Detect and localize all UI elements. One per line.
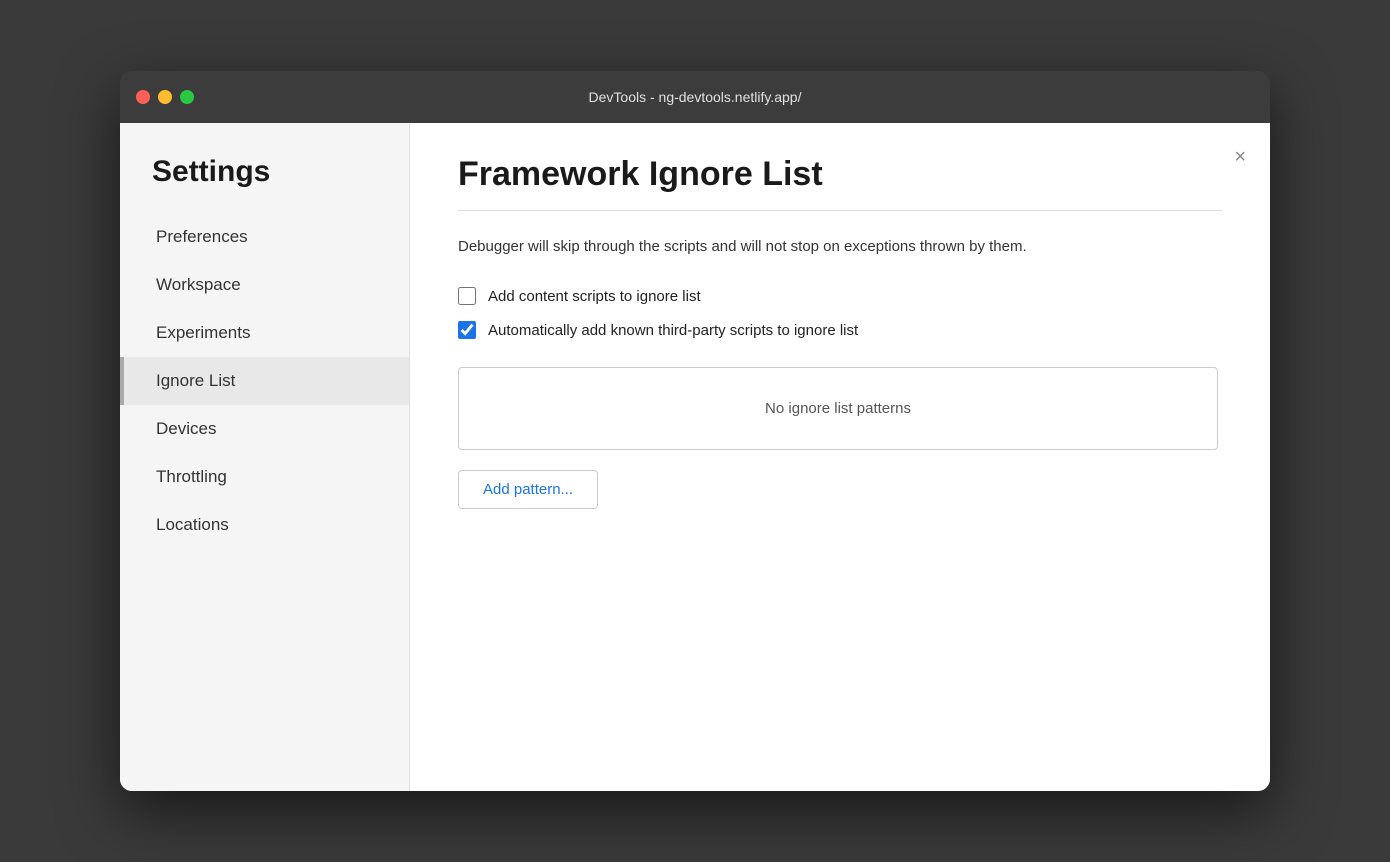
minimize-traffic-light[interactable] — [158, 90, 172, 104]
patterns-empty-label: No ignore list patterns — [765, 400, 911, 417]
window: DevTools - ng-devtools.netlify.app/ Sett… — [120, 71, 1270, 791]
sidebar-heading: Settings — [120, 155, 409, 213]
close-traffic-light[interactable] — [136, 90, 150, 104]
traffic-lights — [136, 90, 194, 104]
page-title: Framework Ignore List — [458, 155, 1222, 194]
add-pattern-button[interactable]: Add pattern... — [458, 470, 598, 509]
titlebar: DevTools - ng-devtools.netlify.app/ — [120, 71, 1270, 123]
checkbox-item-content-scripts[interactable]: Add content scripts to ignore list — [458, 287, 1222, 305]
sidebar-item-locations[interactable]: Locations — [120, 501, 409, 549]
description-text: Debugger will skip through the scripts a… — [458, 235, 1178, 259]
checkbox-third-party[interactable] — [458, 321, 476, 339]
sidebar-item-preferences[interactable]: Preferences — [120, 213, 409, 261]
sidebar-item-workspace[interactable]: Workspace — [120, 261, 409, 309]
patterns-box: No ignore list patterns — [458, 367, 1218, 450]
checkbox-item-third-party[interactable]: Automatically add known third-party scri… — [458, 321, 1222, 339]
sidebar-item-devices[interactable]: Devices — [120, 405, 409, 453]
sidebar-item-experiments[interactable]: Experiments — [120, 309, 409, 357]
sidebar: Settings Preferences Workspace Experimen… — [120, 123, 410, 791]
checkbox-content-scripts[interactable] — [458, 287, 476, 305]
checkbox-third-party-label: Automatically add known third-party scri… — [488, 322, 858, 339]
titlebar-title: DevTools - ng-devtools.netlify.app/ — [589, 89, 802, 105]
sidebar-item-ignore-list[interactable]: Ignore List — [120, 357, 409, 405]
window-content: Settings Preferences Workspace Experimen… — [120, 123, 1270, 791]
checkbox-group: Add content scripts to ignore list Autom… — [458, 287, 1222, 339]
sidebar-item-throttling[interactable]: Throttling — [120, 453, 409, 501]
checkbox-content-scripts-label: Add content scripts to ignore list — [488, 288, 701, 305]
close-button[interactable]: × — [1234, 147, 1246, 167]
title-divider — [458, 210, 1222, 211]
maximize-traffic-light[interactable] — [180, 90, 194, 104]
main-content: × Framework Ignore List Debugger will sk… — [410, 123, 1270, 791]
